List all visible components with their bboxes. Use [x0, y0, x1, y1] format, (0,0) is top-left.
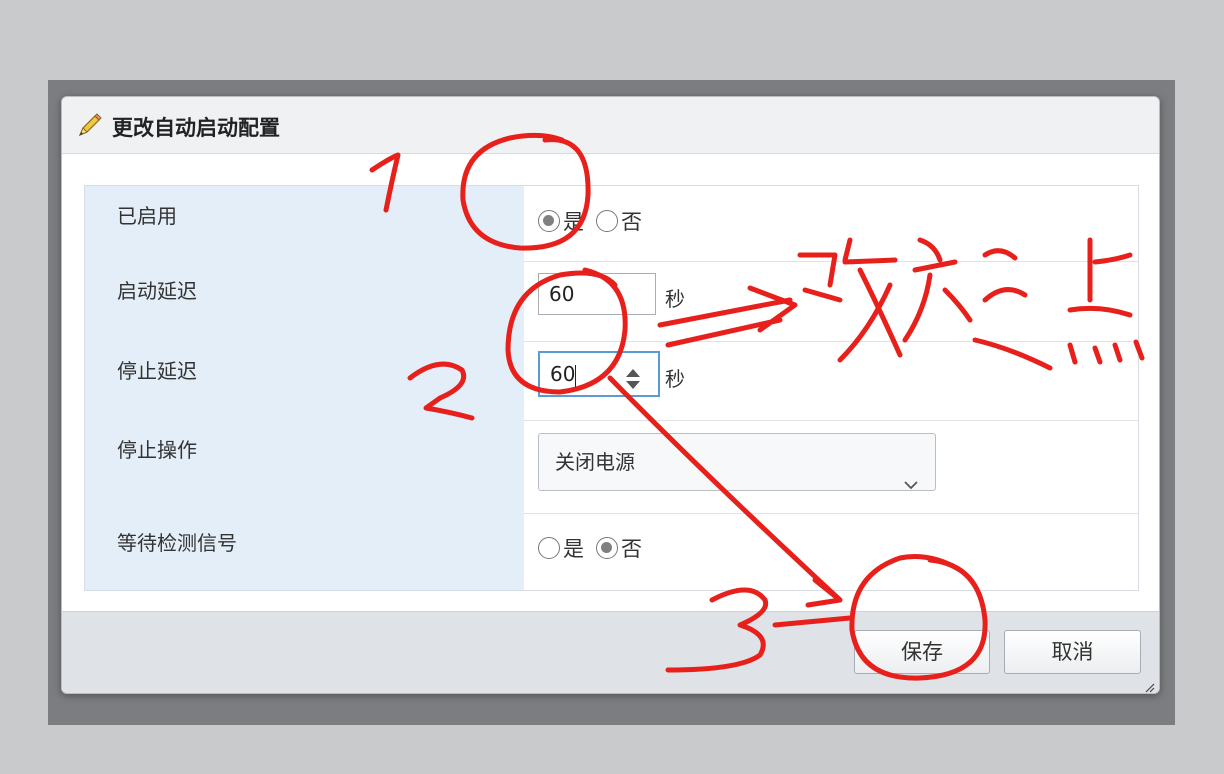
- enabled-label: 已启用: [117, 204, 177, 228]
- row-label-cell: 已启用: [85, 186, 524, 261]
- wait-heartbeat-yes-label[interactable]: 是: [563, 533, 584, 563]
- start-delay-value: 60: [549, 282, 575, 306]
- save-button[interactable]: 保存: [854, 630, 990, 674]
- enabled-radio-group: 是 否: [538, 206, 654, 236]
- dialog-title: 更改自动启动配置: [112, 116, 280, 140]
- autostart-form: 已启用 是 否 启动延迟 60 秒 停止延迟 60 秒 停止操作 关闭电源 等待…: [84, 185, 1139, 591]
- enabled-yes-label[interactable]: 是: [563, 206, 584, 236]
- resize-grip-icon[interactable]: [1143, 678, 1155, 693]
- row-enabled: 已启用 是 否: [85, 186, 1138, 262]
- stop-delay-value: 60: [550, 362, 576, 386]
- enabled-no-label[interactable]: 否: [621, 206, 642, 236]
- row-label-cell: 停止延迟: [85, 341, 524, 420]
- start-delay-label: 启动延迟: [117, 279, 197, 303]
- cancel-button[interactable]: 取消: [1004, 630, 1141, 674]
- row-label-cell: 停止操作: [85, 420, 524, 513]
- wait-heartbeat-radio-group: 是 否: [538, 533, 654, 563]
- autostart-config-dialog: 更改自动启动配置 已启用 是 否 启动延迟 60 秒 停止延迟 60 秒 停止操…: [61, 96, 1160, 694]
- wait-heartbeat-label: 等待检测信号: [117, 531, 237, 555]
- stop-delay-unit: 秒: [665, 367, 685, 391]
- row-stop-delay: 停止延迟 60 秒: [85, 341, 1138, 421]
- dialog-titlebar[interactable]: 更改自动启动配置: [62, 97, 1159, 154]
- pencil-icon: [74, 111, 104, 141]
- wait-heartbeat-no-radio[interactable]: [596, 537, 618, 559]
- start-delay-input[interactable]: 60: [538, 273, 656, 315]
- row-label-cell: 等待检测信号: [85, 513, 524, 590]
- stop-action-select[interactable]: 关闭电源: [538, 433, 936, 491]
- wait-heartbeat-no-label[interactable]: 否: [621, 533, 642, 563]
- start-delay-unit: 秒: [665, 287, 685, 311]
- enabled-yes-radio[interactable]: [538, 210, 560, 232]
- stepper-icon[interactable]: [624, 363, 642, 389]
- dialog-footer: 保存 取消: [62, 611, 1159, 693]
- stop-delay-label: 停止延迟: [117, 359, 197, 383]
- chevron-down-icon: [903, 456, 919, 490]
- row-label-cell: 启动延迟: [85, 261, 524, 341]
- stop-action-value: 关闭电源: [555, 450, 635, 474]
- row-stop-action: 停止操作 关闭电源: [85, 420, 1138, 514]
- stop-delay-input[interactable]: 60: [538, 351, 660, 397]
- wait-heartbeat-yes-radio[interactable]: [538, 537, 560, 559]
- row-start-delay: 启动延迟 60 秒: [85, 261, 1138, 342]
- enabled-no-radio[interactable]: [596, 210, 618, 232]
- row-wait-heartbeat: 等待检测信号 是 否: [85, 513, 1138, 590]
- stop-action-label: 停止操作: [117, 438, 197, 462]
